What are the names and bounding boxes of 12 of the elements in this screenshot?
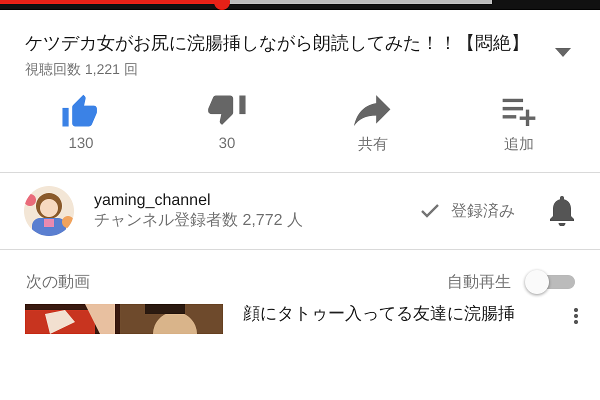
video-title[interactable]: 顔にタトゥー入ってる友達に浣腸挿 xyxy=(243,304,554,324)
like-button[interactable]: 130 xyxy=(41,93,121,152)
subscribe-button[interactable]: 登録済み xyxy=(421,200,515,222)
up-next-heading: 次の動画 xyxy=(26,272,90,292)
video-title: ケツデカ女がお尻に浣腸挿しながら朗読してみた！！【悶絶】 xyxy=(25,32,530,55)
dislike-button[interactable]: 30 xyxy=(187,93,267,152)
add-button[interactable]: 追加 xyxy=(479,93,559,154)
share-button[interactable]: 共有 xyxy=(333,93,413,154)
autoplay-label: 自動再生 xyxy=(447,272,511,292)
subscriber-count: チャンネル登録者数 2,772 人 xyxy=(94,210,304,230)
view-count: 視聴回数 1,221 回 xyxy=(25,61,139,79)
channel-name[interactable]: yaming_channel xyxy=(94,192,401,210)
